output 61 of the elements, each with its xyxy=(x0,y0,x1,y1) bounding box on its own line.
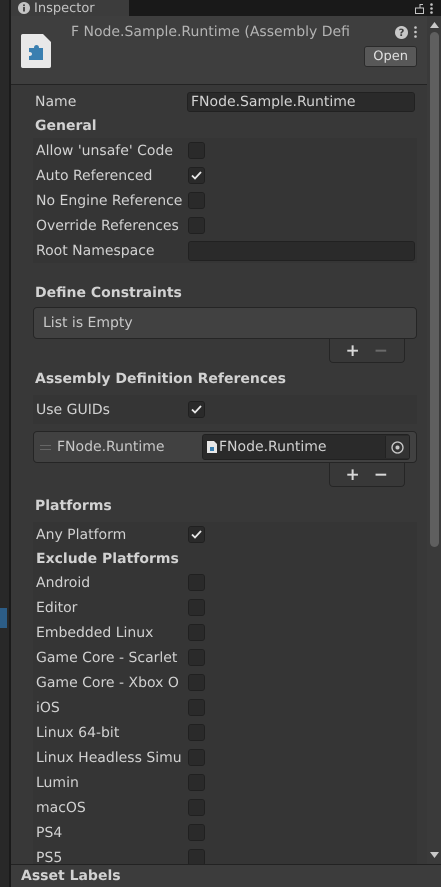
checkmark-icon xyxy=(191,171,202,180)
asset-title: F Node.Sample.Runtime (Assembly Defi xyxy=(70,24,351,40)
field-label: PS4 xyxy=(36,824,64,840)
section-title: General xyxy=(34,117,98,136)
add-button[interactable]: + xyxy=(342,340,364,360)
checkbox[interactable] xyxy=(188,526,205,543)
field-label: Linux Headless Simu xyxy=(36,750,183,766)
reference-item[interactable]: FNode.Runtime FNode.Runtime xyxy=(33,431,417,463)
object-field-value: FNode.Runtime xyxy=(219,439,328,455)
field-label: Lumin xyxy=(36,774,80,790)
scrollbar[interactable] xyxy=(427,16,441,864)
field-label: iOS xyxy=(36,700,61,716)
object-field[interactable]: FNode.Runtime xyxy=(202,434,410,460)
drag-handle-icon[interactable] xyxy=(40,444,51,450)
checkbox[interactable] xyxy=(188,849,205,864)
field-label: Game Core - Xbox O xyxy=(36,674,180,690)
field-label: Linux 64-bit xyxy=(36,724,120,740)
file-icon xyxy=(207,441,217,453)
field-label: Use GUIDs xyxy=(36,402,111,418)
info-icon xyxy=(18,2,30,14)
field-label: Root Namespace xyxy=(36,242,156,258)
field-label: Allow 'unsafe' Code xyxy=(36,142,174,158)
help-icon[interactable]: ? xyxy=(395,26,408,38)
field-label: Editor xyxy=(36,600,78,616)
target-icon xyxy=(391,440,404,454)
checkbox[interactable] xyxy=(188,167,205,184)
section-title: Platforms xyxy=(34,497,113,516)
field-label: Any Platform xyxy=(36,526,128,542)
field-label: No Engine Reference xyxy=(36,192,184,208)
remove-button[interactable]: − xyxy=(370,464,392,484)
scrollbar-thumb[interactable] xyxy=(430,32,438,547)
selection-highlight xyxy=(0,608,7,628)
field-label: Embedded Linux xyxy=(36,624,154,640)
field-label: Game Core - Scarlet xyxy=(36,650,178,666)
scroll-down-icon[interactable] xyxy=(430,852,438,858)
add-button[interactable]: + xyxy=(342,464,364,484)
more-icon[interactable] xyxy=(414,26,417,38)
file-puzzle-icon xyxy=(21,34,53,68)
scroll-up-icon[interactable] xyxy=(430,22,438,28)
field-label: Name xyxy=(35,94,78,110)
section-title: Define Constraints xyxy=(34,284,183,303)
section-title: Assembly Definition References xyxy=(34,370,287,389)
more-icon[interactable] xyxy=(430,2,433,14)
field-label: Android xyxy=(36,574,92,590)
checkmark-icon xyxy=(191,405,202,414)
field-label: Auto Referenced xyxy=(36,168,154,184)
lock-icon[interactable] xyxy=(415,2,424,14)
field-label: Override References xyxy=(36,218,180,234)
checkbox[interactable] xyxy=(188,401,205,418)
inspector-tab[interactable]: Inspector xyxy=(11,0,129,16)
field-label: macOS xyxy=(36,800,87,816)
reference-name: FNode.Runtime xyxy=(57,439,166,455)
empty-list-text: List is Empty xyxy=(43,315,133,331)
tab-title: Inspector xyxy=(34,0,95,16)
checkmark-icon xyxy=(191,530,202,539)
open-button[interactable]: Open xyxy=(364,46,417,67)
subsection-title: Exclude Platforms xyxy=(36,550,179,566)
object-picker-button[interactable] xyxy=(385,436,409,458)
asset-labels-title: Asset Labels xyxy=(21,868,121,884)
field-label: PS5 xyxy=(36,850,64,864)
name-field[interactable]: FNode.Sample.Runtime xyxy=(187,92,415,112)
